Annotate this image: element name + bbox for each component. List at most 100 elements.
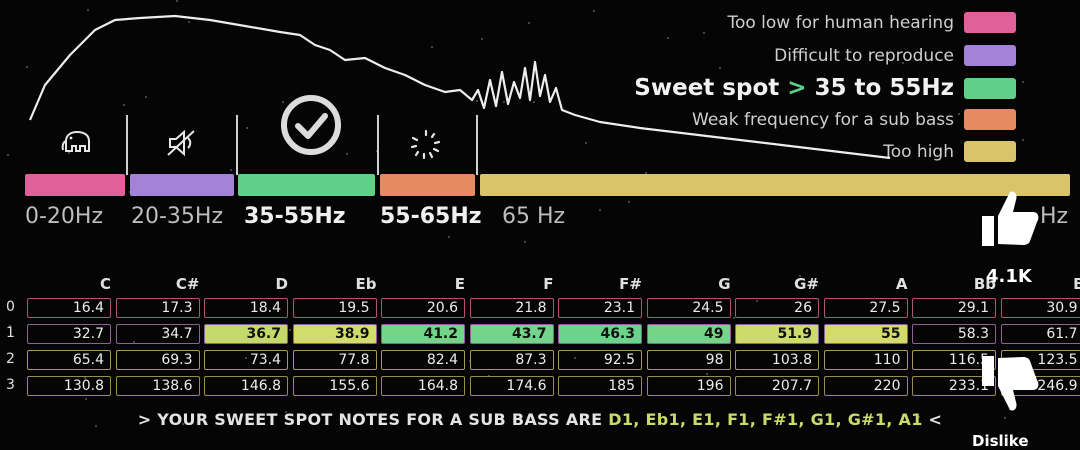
frequency-cell: 220 bbox=[824, 376, 908, 396]
frequency-cell: 26 bbox=[735, 298, 819, 318]
legend-swatch bbox=[964, 78, 1016, 99]
elephant-icon bbox=[60, 127, 96, 159]
frequency-cell: 30.9 bbox=[1001, 298, 1080, 318]
frequency-cell: 69.3 bbox=[116, 350, 200, 370]
range-divider bbox=[236, 115, 238, 175]
range-label-hz: Hz bbox=[1040, 204, 1068, 229]
frequency-cell: 110 bbox=[824, 350, 908, 370]
frequency-cell: 65.4 bbox=[27, 350, 111, 370]
frequency-cell: 61.7 bbox=[1001, 324, 1080, 344]
frequency-cell: 34.7 bbox=[116, 324, 200, 344]
legend-arrow: > bbox=[787, 75, 806, 101]
frequency-cell: 207.7 bbox=[735, 376, 819, 396]
note-header: C# bbox=[114, 275, 200, 293]
frequency-cell: 19.5 bbox=[293, 298, 377, 318]
legend-sweet-spot-range: 35 to 55Hz bbox=[815, 75, 954, 101]
octave-label: 3 bbox=[6, 377, 15, 393]
legend-label: Too high bbox=[883, 142, 954, 162]
legend-label: Difficult to reproduce bbox=[774, 46, 954, 66]
range-divider bbox=[377, 115, 379, 175]
range-bar-sweet-spot bbox=[238, 174, 375, 196]
frequency-cell: 21.8 bbox=[470, 298, 554, 318]
frequency-cell: 32.7 bbox=[27, 324, 111, 344]
legend-sweet-spot-text: Sweet spot bbox=[634, 75, 779, 101]
frequency-cell: 103.8 bbox=[735, 350, 819, 370]
frequency-cell: 36.7 bbox=[204, 324, 288, 344]
footer-prefix: > YOUR SWEET SPOT NOTES FOR A SUB BASS A… bbox=[138, 410, 603, 429]
frequency-cell: 174.6 bbox=[470, 376, 554, 396]
note-header: G bbox=[645, 275, 731, 293]
frequency-cell: 23.1 bbox=[558, 298, 642, 318]
frequency-cell: 58.3 bbox=[912, 324, 996, 344]
legend-swatch bbox=[964, 109, 1016, 130]
frequency-cell: 20.6 bbox=[381, 298, 465, 318]
frequency-cell: 55 bbox=[824, 324, 908, 344]
like-button[interactable] bbox=[978, 186, 1040, 248]
frequency-cell: 130.8 bbox=[27, 376, 111, 396]
loading-ring-icon bbox=[408, 128, 444, 162]
range-label-35-55: 35-55Hz bbox=[244, 204, 346, 229]
footer-suffix: < bbox=[929, 410, 943, 429]
range-label-65: 65 Hz bbox=[502, 204, 565, 229]
frequency-cell: 17.3 bbox=[116, 298, 200, 318]
frequency-cell: 77.8 bbox=[293, 350, 377, 370]
legend-swatch bbox=[964, 12, 1016, 33]
legend-item-sweet-spot: Sweet spot >35 to 55Hz bbox=[634, 75, 1016, 101]
frequency-cell: 43.7 bbox=[470, 324, 554, 344]
note-header: D bbox=[202, 275, 288, 293]
octave-label: 0 bbox=[6, 299, 15, 315]
legend-item-weak: Weak frequency for a sub bass bbox=[692, 109, 1016, 130]
note-header: G# bbox=[733, 275, 819, 293]
range-divider bbox=[476, 115, 478, 175]
frequency-cell: 51.9 bbox=[735, 324, 819, 344]
octave-label: 1 bbox=[6, 325, 15, 341]
legend-label: Weak frequency for a sub bass bbox=[692, 110, 954, 130]
frequency-cell: 27.5 bbox=[824, 298, 908, 318]
legend-label: Too low for human hearing bbox=[727, 13, 954, 33]
note-header: C bbox=[25, 275, 111, 293]
frequency-cell: 16.4 bbox=[27, 298, 111, 318]
note-header: F bbox=[468, 275, 554, 293]
frequency-cell: 185 bbox=[558, 376, 642, 396]
frequency-cell: 29.1 bbox=[912, 298, 996, 318]
legend-swatch bbox=[964, 141, 1016, 162]
range-label-0-20: 0-20Hz bbox=[25, 204, 103, 229]
like-count: 4.1K bbox=[986, 266, 1032, 287]
octave-label: 2 bbox=[6, 351, 15, 367]
range-label-20-35: 20-35Hz bbox=[131, 204, 223, 229]
footer-notes: D1, Eb1, E1, F1, F#1, G1, G#1, A1 bbox=[608, 410, 922, 429]
legend-item-too-high: Too high bbox=[883, 141, 1016, 162]
range-label-55-65: 55-65Hz bbox=[380, 204, 482, 229]
frequency-cell: 49 bbox=[647, 324, 731, 344]
frequency-cell: 196 bbox=[647, 376, 731, 396]
legend-label: Sweet spot >35 to 55Hz bbox=[634, 75, 954, 101]
frequency-cell: 38.9 bbox=[293, 324, 377, 344]
frequency-cell: 46.3 bbox=[558, 324, 642, 344]
note-header: A bbox=[822, 275, 908, 293]
checkmark-circle-icon bbox=[278, 92, 344, 158]
note-header: E bbox=[379, 275, 465, 293]
frequency-cell: 87.3 bbox=[470, 350, 554, 370]
legend-item-difficult: Difficult to reproduce bbox=[774, 45, 1016, 66]
range-divider bbox=[126, 115, 128, 175]
dislike-label: Dislike bbox=[972, 432, 1029, 450]
frequency-cell: 155.6 bbox=[293, 376, 377, 396]
range-bar-weak bbox=[380, 174, 475, 196]
frequency-cell: 82.4 bbox=[381, 350, 465, 370]
legend-item-too-low: Too low for human hearing bbox=[727, 12, 1016, 33]
note-header: Eb bbox=[291, 275, 377, 293]
dislike-button[interactable] bbox=[978, 354, 1040, 416]
range-bar-difficult bbox=[130, 174, 234, 196]
frequency-cell: 164.8 bbox=[381, 376, 465, 396]
mute-speaker-icon bbox=[164, 127, 200, 159]
frequency-cell: 138.6 bbox=[116, 376, 200, 396]
frequency-cell: 98 bbox=[647, 350, 731, 370]
frequency-cell: 92.5 bbox=[558, 350, 642, 370]
frequency-cell: 18.4 bbox=[204, 298, 288, 318]
frequency-cell: 24.5 bbox=[647, 298, 731, 318]
frequency-cell: 41.2 bbox=[381, 324, 465, 344]
frequency-cell: 146.8 bbox=[204, 376, 288, 396]
range-bar-too-low bbox=[25, 174, 125, 196]
sweet-spot-notes-footer: > YOUR SWEET SPOT NOTES FOR A SUB BASS A… bbox=[0, 410, 1080, 429]
legend-swatch bbox=[964, 45, 1016, 66]
